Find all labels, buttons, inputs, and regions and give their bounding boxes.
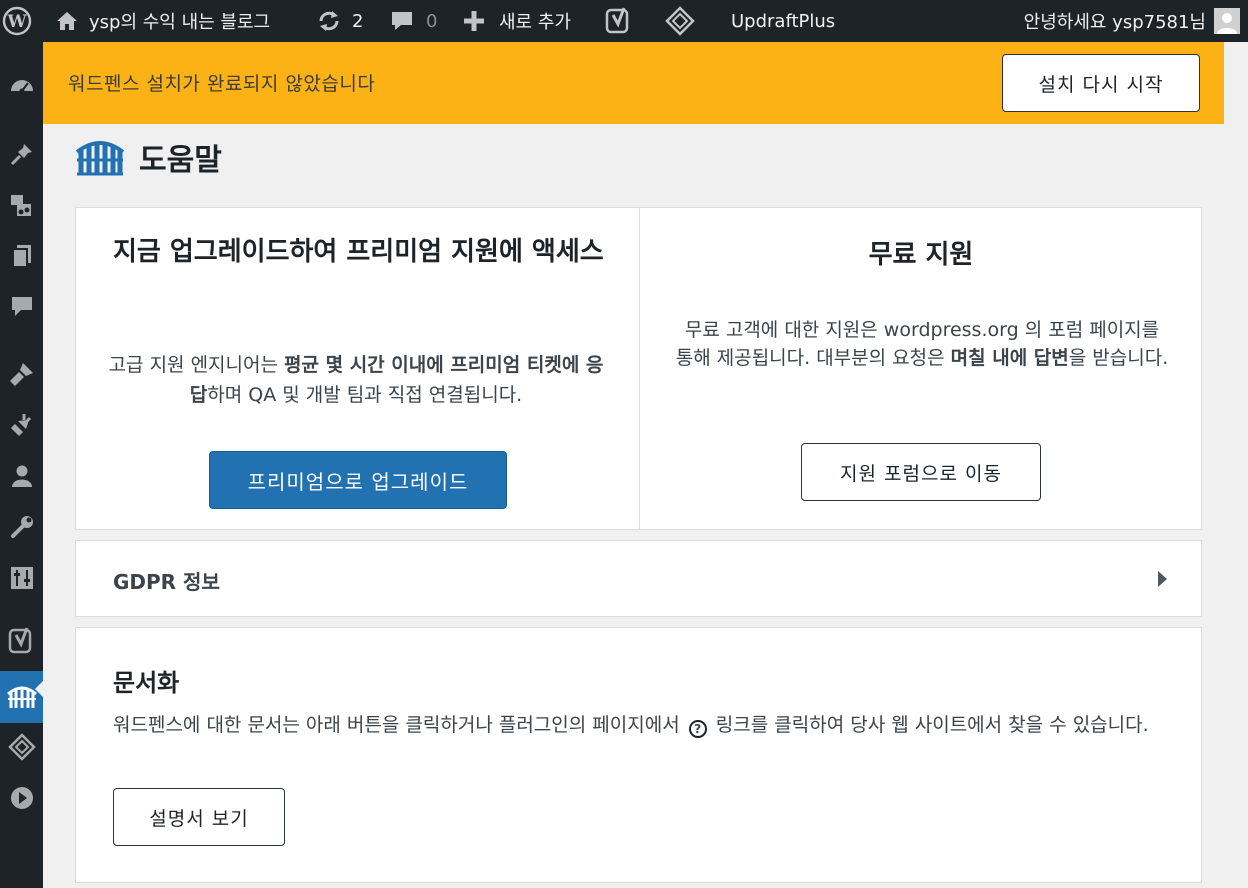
premium-text-start: 고급 지원 엔지니어는: [108, 354, 285, 376]
support-forum-button[interactable]: 지원 포럼으로 이동: [801, 443, 1041, 501]
free-text-emphasis: 며칠 내에 답변: [950, 347, 1069, 369]
help-icon: ?: [688, 720, 707, 738]
media-icon[interactable]: [0, 187, 43, 223]
support-options-card: 지금 업그레이드하여 프리미엄 지원에 액세스 고급 지원 엔지니어는 평균 몇…: [75, 207, 1202, 530]
wordfence-logo-icon: [75, 141, 125, 176]
updates-count: 2: [352, 10, 364, 32]
upgrade-premium-button[interactable]: 프리미엄으로 업그레이드: [209, 451, 507, 509]
pin-icon[interactable]: [0, 136, 43, 172]
wordfence-menu[interactable]: [665, 0, 695, 42]
wordpress-logo-icon[interactable]: W: [2, 6, 32, 36]
avatar[interactable]: [1214, 8, 1240, 34]
view-documentation-button[interactable]: 설명서 보기: [113, 788, 285, 846]
new-content-link[interactable]: 새로 추가: [463, 0, 571, 42]
svg-text:W: W: [6, 12, 27, 32]
notice-message: 워드펜스 설치가 완료되지 않았습니다: [68, 73, 376, 95]
account-greeting[interactable]: 안녕하세요 ysp7581님: [1024, 8, 1206, 34]
site-name-link[interactable]: ysp의 수익 내는 블로그: [55, 0, 270, 42]
active-menu-arrow: [35, 681, 43, 697]
wordfence-icon[interactable]: [0, 671, 43, 723]
site-name: ysp의 수익 내는 블로그: [89, 12, 271, 33]
comments-count: 0: [426, 10, 438, 32]
updates-link[interactable]: 2: [316, 0, 363, 42]
premium-support-text: 고급 지원 엔지니어는 평균 몇 시간 이내에 프리미엄 티켓에 응답하며 QA…: [106, 350, 606, 410]
documentation-title: 문서화: [113, 669, 180, 697]
page-title: 도움말: [139, 143, 222, 178]
gdpr-section[interactable]: GDPR 정보: [75, 540, 1202, 617]
resume-install-button[interactable]: 설치 다시 시작: [1002, 54, 1200, 112]
docs-text-start: 워드펜스에 대한 문서는 아래 버튼을 클릭하거나 플러그인의 페이지에서: [113, 714, 680, 736]
premium-support-title: 지금 업그레이드하여 프리미엄 지원에 액세스: [113, 237, 604, 267]
documentation-text: 워드펜스에 대한 문서는 아래 버튼을 클릭하거나 플러그인의 페이지에서 ? …: [113, 710, 1173, 740]
user-avatar-icon: [1217, 13, 1237, 34]
comments-icon[interactable]: [0, 289, 43, 325]
pages-icon[interactable]: [0, 238, 43, 274]
docs-text-end: 링크를 클릭하여 당사 웹 사이트에서 찾을 수 있습니다.: [715, 714, 1149, 736]
column-divider: [639, 208, 640, 529]
wordfence-diamond-icon: [665, 6, 695, 36]
comment-icon: [392, 12, 412, 30]
gdpr-title: GDPR 정보: [113, 570, 220, 594]
admin-sidebar: [0, 42, 43, 888]
yoast-icon: [605, 7, 629, 34]
wordfence-diamond-icon[interactable]: [0, 729, 43, 765]
yoast-menu[interactable]: [605, 0, 633, 42]
plugins-icon[interactable]: [0, 407, 43, 443]
updraftplus-menu[interactable]: UpdraftPlus: [731, 0, 835, 42]
settings-icon[interactable]: [0, 560, 43, 596]
page-heading: 도움말: [75, 135, 222, 179]
new-label: 새로 추가: [499, 12, 571, 33]
users-icon[interactable]: [0, 458, 43, 494]
free-support-title: 무료 지원: [868, 240, 974, 270]
home-icon: [57, 12, 77, 30]
appearance-icon[interactable]: [0, 356, 43, 392]
admin-bar: W ysp의 수익 내는 블로그 2 0 새로 추가 UpdraftPlus 안…: [0, 0, 1248, 42]
premium-text-end: 하며 QA 및 개발 팀과 직접 연결됩니다.: [207, 384, 523, 406]
plus-icon: [464, 11, 484, 31]
expand-arrow-icon[interactable]: [1158, 571, 1167, 587]
install-notice: 워드펜스 설치가 완료되지 않았습니다 설치 다시 시작: [43, 42, 1224, 124]
yoast-icon[interactable]: [0, 623, 43, 659]
free-text-end: 을 받습니다.: [1068, 347, 1169, 369]
dashboard-icon[interactable]: [0, 68, 43, 104]
comments-link[interactable]: 0: [390, 0, 437, 42]
documentation-card: 문서화 워드펜스에 대한 문서는 아래 버튼을 클릭하거나 플러그인의 페이지에…: [75, 627, 1202, 883]
play-icon[interactable]: [0, 780, 43, 816]
updraftplus-label: UpdraftPlus: [731, 10, 836, 32]
tools-icon[interactable]: [0, 509, 43, 545]
free-support-text: 무료 고객에 대한 지원은 wordpress.org 의 포럼 페이지를 통해…: [674, 316, 1170, 372]
updates-icon: [319, 11, 339, 31]
